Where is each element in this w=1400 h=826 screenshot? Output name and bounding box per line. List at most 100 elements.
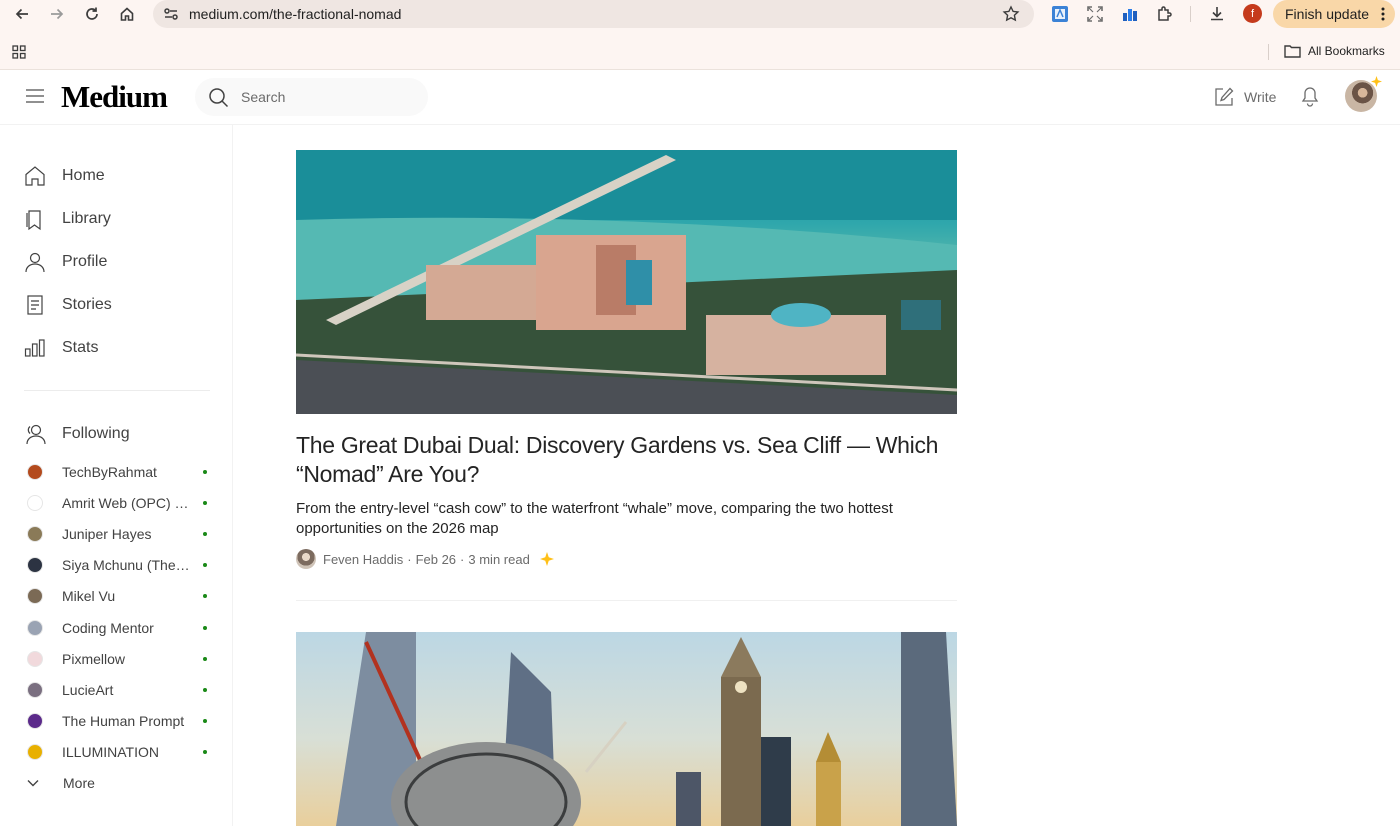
new-content-dot	[203, 594, 207, 599]
write-label: Write	[1244, 89, 1277, 105]
following-name: Mikel Vu	[62, 588, 116, 605]
following-item[interactable]: Coding Mentor	[27, 618, 207, 638]
notifications-bell-icon[interactable]	[1299, 84, 1321, 108]
apps-grid-icon[interactable]	[12, 45, 26, 59]
write-button[interactable]: Write	[1213, 86, 1276, 108]
new-content-dot	[203, 687, 207, 692]
member-star-icon	[1371, 76, 1382, 87]
all-bookmarks-label: All Bookmarks	[1308, 44, 1385, 58]
browser-profile-avatar[interactable]: f	[1243, 4, 1262, 23]
article-hero-image[interactable]	[296, 150, 957, 414]
folder-icon	[1284, 44, 1301, 58]
following-item[interactable]: ILLUMINATION	[27, 742, 207, 762]
article-title[interactable]: The Great Dubai Dual: Discovery Gardens …	[296, 431, 957, 489]
following-item[interactable]: LucieArt	[27, 680, 207, 700]
document-icon	[22, 292, 48, 318]
site-header: Medium Write	[0, 70, 1400, 125]
following-name: Pixmellow	[62, 650, 126, 667]
sidebar-item-library[interactable]: Library	[22, 206, 111, 232]
author-name[interactable]: Feven Haddis	[323, 552, 403, 567]
following-item[interactable]: TechByRahmat	[27, 462, 207, 482]
download-icon[interactable]	[1207, 4, 1227, 24]
publication-avatar	[27, 464, 43, 480]
search-icon	[208, 87, 229, 108]
publication-avatar	[27, 557, 43, 574]
bookmark-icon	[22, 206, 48, 232]
sidebar-item-label: Profile	[62, 253, 108, 270]
article-subtitle[interactable]: From the entry-level “cash cow” to the w…	[296, 499, 957, 539]
all-bookmarks-button[interactable]: All Bookmarks	[1284, 44, 1385, 58]
following-item[interactable]: Mikel Vu	[27, 586, 207, 606]
home-page-icon[interactable]	[116, 3, 138, 25]
sidebar-item-label: Library	[62, 210, 111, 227]
following-item[interactable]: Amrit Web (OPC) Pvt Ltd	[27, 493, 207, 513]
new-content-dot	[203, 501, 207, 506]
extension-analytics-icon[interactable]	[1120, 4, 1140, 24]
left-sidebar: Home Library Profile Stories Stats Follo…	[0, 125, 233, 826]
forward-icon[interactable]	[46, 3, 68, 25]
sidebar-item-following[interactable]: Following	[22, 421, 130, 447]
publication-avatar	[27, 588, 43, 605]
bookmark-star-icon[interactable]	[1002, 5, 1020, 23]
new-content-dot	[203, 625, 207, 630]
following-item[interactable]: Pixmellow	[27, 649, 207, 669]
dubai-skyline-illustration	[336, 632, 957, 826]
publication-avatar	[27, 650, 43, 667]
following-name: Amrit Web (OPC) Pvt Ltd	[62, 495, 190, 512]
following-label: Following	[62, 425, 130, 442]
new-content-dot	[203, 532, 207, 537]
article-meta: Feven Haddis · Feb 26 · 3 min read	[296, 549, 554, 569]
following-name: Coding Mentor	[62, 619, 154, 636]
browser-toolbar: medium.com/the-fractional-nomad f Finish…	[0, 0, 1400, 70]
extensions-puzzle-icon[interactable]	[1155, 4, 1175, 24]
extension-fullscreen-icon[interactable]	[1085, 4, 1105, 24]
new-content-dot	[203, 718, 207, 723]
url-text[interactable]: medium.com/the-fractional-nomad	[189, 6, 401, 22]
following-item[interactable]: Juniper Hayes	[27, 524, 207, 544]
following-name: ILLUMINATION	[62, 743, 159, 760]
site-settings-icon[interactable]	[162, 5, 180, 23]
new-content-dot	[203, 656, 207, 661]
toolbar-divider	[1190, 6, 1191, 22]
sidebar-item-home[interactable]: Home	[22, 163, 105, 189]
following-name: Siya Mchunu (The Ghost Writer)	[62, 557, 190, 574]
following-item[interactable]: Siya Mchunu (The Ghost Writer)	[27, 555, 207, 575]
write-pencil-icon	[1213, 86, 1235, 108]
following-name: Juniper Hayes	[62, 526, 152, 543]
address-bar[interactable]: medium.com/the-fractional-nomad	[153, 0, 1034, 28]
read-time: 3 min read	[468, 551, 530, 567]
medium-logo[interactable]: Medium	[61, 79, 168, 115]
back-icon[interactable]	[11, 3, 33, 25]
more-label: More	[63, 775, 95, 791]
reload-icon[interactable]	[81, 3, 103, 25]
dubai-resort-illustration	[296, 150, 957, 414]
chevron-down-icon	[27, 779, 39, 787]
following-users-icon	[22, 421, 48, 447]
extension-translate-icon[interactable]	[1050, 4, 1070, 24]
feed-divider	[296, 600, 957, 601]
new-content-dot	[203, 749, 207, 754]
meta-separator: ·	[407, 551, 412, 567]
more-button[interactable]: More	[27, 775, 95, 791]
user-icon	[22, 249, 48, 275]
finish-update-button[interactable]: Finish update	[1273, 0, 1395, 28]
menu-hamburger-icon[interactable]	[25, 88, 45, 104]
author-avatar[interactable]	[296, 549, 316, 569]
sidebar-item-stories[interactable]: Stories	[22, 292, 112, 318]
publication-avatar	[27, 526, 43, 543]
user-avatar[interactable]	[1345, 76, 1382, 112]
publication-avatar	[27, 743, 43, 760]
search-input[interactable]	[241, 78, 416, 116]
bar-chart-icon	[22, 335, 48, 361]
following-item[interactable]: The Human Prompt	[27, 711, 207, 731]
sidebar-item-profile[interactable]: Profile	[22, 249, 107, 275]
publication-avatar	[27, 619, 43, 636]
sidebar-item-stats[interactable]: Stats	[22, 335, 98, 361]
publish-date: Feb 26	[415, 551, 457, 567]
home-icon	[22, 163, 48, 189]
publication-avatar	[27, 495, 43, 512]
kebab-menu-icon	[1381, 7, 1385, 21]
next-article-image[interactable]	[296, 632, 957, 826]
search-box[interactable]	[195, 78, 428, 116]
following-name: LucieArt	[62, 681, 114, 698]
